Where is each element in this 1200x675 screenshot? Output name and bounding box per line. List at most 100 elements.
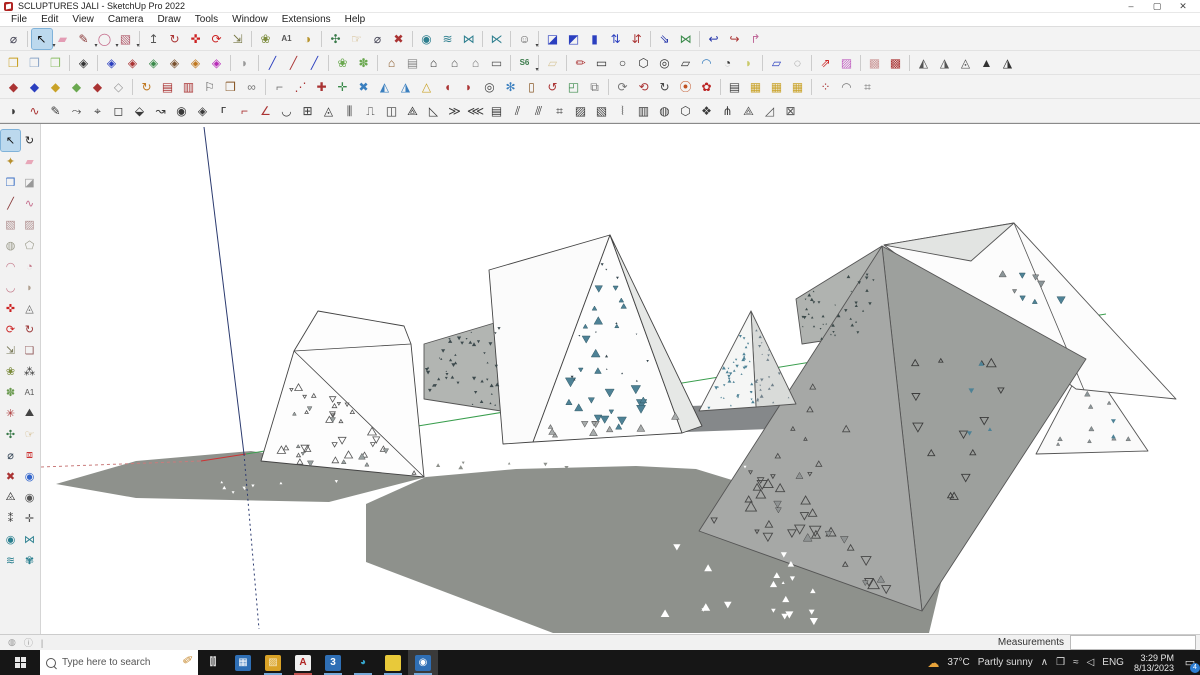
cube-yellow-tool-icon[interactable]: ❒ (4, 53, 24, 73)
circle-tool-icon[interactable]: ◯ ▾ (95, 29, 119, 49)
calculator-app[interactable]: ▦ (228, 650, 258, 675)
sidebar-pan-tool-icon[interactable]: ☞ (20, 424, 39, 445)
menu-edit[interactable]: Edit (34, 14, 65, 25)
sidebar-box-blue-tool-icon[interactable]: ❒ (1, 172, 20, 193)
gem-tool-icon[interactable]: ◈ (193, 101, 213, 121)
grid-small-tool-icon[interactable]: ⌗ (550, 101, 570, 121)
shape-arc-tool-icon[interactable]: ◠ (697, 53, 717, 73)
orange-rotate-tool-icon[interactable]: ↻ (137, 77, 157, 97)
sidebar-star-tool-icon[interactable]: ✳ (1, 403, 20, 424)
bowl-tool-icon[interactable]: ◡ (277, 101, 297, 121)
plant-tool-icon[interactable]: ✽ (354, 53, 374, 73)
clock[interactable]: 3:29 PM 8/13/2023 (1134, 653, 1174, 673)
sidebar-followme-tool-icon[interactable]: ↻ (20, 319, 39, 340)
autocad-app[interactable]: A (288, 650, 318, 675)
ramp-tool-icon[interactable]: ◺ (424, 101, 444, 121)
spray-tool-icon[interactable]: ❀ (256, 29, 276, 49)
fence-tool-icon[interactable]: ▤ (725, 77, 745, 97)
wave-tool-icon[interactable]: ∿ (25, 101, 45, 121)
cone-blue-tool-icon[interactable]: ◭ (375, 77, 395, 97)
section-tool-icon[interactable]: ✣ (326, 29, 346, 49)
warn-triangle-tool-icon[interactable]: △ (417, 77, 437, 97)
house-brown-tool-icon[interactable]: ⌂ (382, 53, 402, 73)
axis-stamp-red-tool-icon[interactable]: ◈ (123, 53, 143, 73)
restore-button[interactable]: ▢ (1144, 1, 1170, 12)
pencil-red-tool-icon[interactable]: ✏ (571, 53, 591, 73)
loop-red-tool-icon[interactable]: ◖ (438, 77, 458, 97)
pan-tool-icon[interactable]: ☞ (347, 29, 367, 49)
sidebar-section-tool-icon[interactable]: ✣ (1, 424, 20, 445)
bin-tool-icon[interactable]: ▯ (522, 77, 542, 97)
sheet-tool-icon[interactable]: ▱ (543, 53, 563, 73)
menu-tools[interactable]: Tools (188, 14, 225, 25)
stack-tool-icon[interactable]: ⋈ (459, 29, 479, 49)
select-tool-icon[interactable]: ↖ ▾ (30, 27, 56, 50)
x-blue-tool-icon[interactable]: ✖ (354, 77, 374, 97)
sidebar-paint-tool-icon[interactable]: ✦ (1, 151, 20, 172)
copy-tool-icon[interactable]: ⧉ (585, 77, 605, 97)
hexagon-tool-icon[interactable]: ⬡ (676, 101, 696, 121)
sidebar-zoom-extents-tool-icon[interactable]: ✖ (1, 466, 20, 487)
diamond-blue-tool-icon[interactable]: ◆ (25, 77, 45, 97)
sidebar-rotate-tool-icon[interactable]: ⟳ (1, 319, 20, 340)
taskbar-search[interactable]: Type here to search ✏ (40, 650, 198, 675)
minimize-button[interactable]: – (1118, 1, 1144, 11)
swap-up-tool-icon[interactable]: ⇅ (606, 29, 626, 49)
polyline-tool-icon[interactable]: ⌐ (270, 77, 290, 97)
grid-yellow3-tool-icon[interactable]: ▦ (788, 77, 808, 97)
menu-view[interactable]: View (65, 14, 101, 25)
language-indicator[interactable]: ENG (1102, 657, 1124, 668)
geolocation-icon[interactable]: ◍ (8, 637, 16, 648)
sidebar-drape-tool-icon[interactable]: ⛰ (20, 403, 39, 424)
rotate-tool-icon[interactable]: ⟳ (207, 29, 227, 49)
sidebar-arc2-tool-icon[interactable]: ◡ (1, 277, 20, 298)
line-blue-tool-icon[interactable]: ╱ (263, 53, 283, 73)
sidebar-pie-tool-icon[interactable]: ◔ (20, 256, 39, 277)
plus-red-tool-icon[interactable]: ✚ (312, 77, 332, 97)
mesh-red-tool-icon[interactable]: ▩ (886, 53, 906, 73)
sticky-notes-app[interactable]: ▰ (378, 650, 408, 675)
sidebar-flip-tool-icon[interactable]: ⋈ (20, 529, 39, 550)
viewport-3d-scene[interactable] (41, 124, 1200, 634)
weather-desc[interactable]: Partly sunny (978, 657, 1033, 668)
bars-tool-icon[interactable]: ▥ (634, 101, 654, 121)
avatar-tool-icon[interactable]: ☺ ▾ (515, 29, 538, 49)
zoom-window-tool-icon[interactable]: ⌀ (4, 29, 24, 49)
axis-stamp-brown-tool-icon[interactable]: ◈ (165, 53, 185, 73)
sidebar-walk-tool-icon[interactable]: ⨻ (1, 487, 20, 508)
sidebar-leaf-tool-icon[interactable]: ✽ (1, 382, 20, 403)
house-outline-tool-icon[interactable]: ⌂ (466, 53, 486, 73)
squiggle-tool-icon[interactable]: ↝ (151, 101, 171, 121)
rectangle-tool-icon[interactable]: ▧ ▾ (116, 29, 140, 49)
close-button[interactable]: ✕ (1170, 1, 1196, 12)
panel-tool-icon[interactable]: ▤ (403, 53, 423, 73)
sidebar-scale-tool-icon[interactable]: ⇲ (1, 340, 20, 361)
sidebar-circle-tool-icon[interactable]: ◍ (1, 235, 20, 256)
qr-grid-tool-icon[interactable]: ⌗ (858, 77, 878, 97)
sidebar-polygon-tool-icon[interactable]: ⬠ (20, 235, 39, 256)
menu-extensions[interactable]: Extensions (275, 14, 338, 25)
line-tool-icon[interactable]: ✎ ▾ (74, 29, 97, 49)
hatch-tool-icon[interactable]: ▤ (487, 101, 507, 121)
target-orange-tool-icon[interactable]: ⦿ (676, 77, 696, 97)
slats-tool-icon[interactable]: ⫽ (508, 101, 528, 121)
sidebar-arc3-tool-icon[interactable]: ◗ (20, 277, 39, 298)
style-s6-tool-icon[interactable]: S6 ▾ (515, 53, 539, 73)
prism2-tool-icon[interactable]: ⟁ (739, 101, 759, 121)
sidebar-footprints-tool-icon[interactable]: ⁑ (1, 508, 20, 529)
sidebar-offset-tool-icon[interactable]: ❏ (20, 340, 39, 361)
scale-tool-icon[interactable]: ⇲ (228, 29, 248, 49)
fork-tool-icon[interactable]: ⋔ (718, 101, 738, 121)
grid-yellow2-tool-icon[interactable]: ▦ (767, 77, 787, 97)
dots-path-tool-icon[interactable]: ⋰ (291, 77, 311, 97)
weld-tool-icon[interactable]: ≋ (438, 29, 458, 49)
start-button[interactable] (0, 650, 40, 675)
shape-hex-tool-icon[interactable]: ⬡ (634, 53, 654, 73)
diamond-yellow-tool-icon[interactable]: ◆ (46, 77, 66, 97)
shape-ellipse-tool-icon[interactable]: ◎ (655, 53, 675, 73)
arc-dots-tool-icon[interactable]: ◠ (837, 77, 857, 97)
shape-pie-tool-icon[interactable]: ◔ (718, 53, 738, 73)
magenta-box-tool-icon[interactable]: ▨ (837, 53, 857, 73)
component-edit-tool-icon[interactable]: ◩ (564, 29, 584, 49)
shell-tool-icon[interactable]: ◗ (235, 53, 255, 73)
